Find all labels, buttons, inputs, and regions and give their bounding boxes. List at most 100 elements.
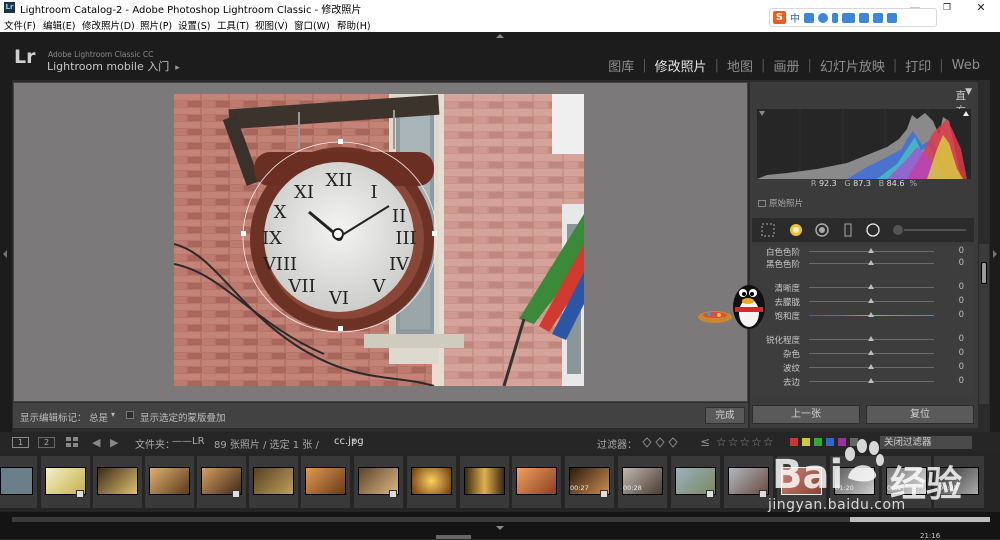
edit-marks-select[interactable]: 总是 bbox=[89, 410, 108, 424]
film-cell[interactable] bbox=[249, 456, 298, 508]
wrench-icon[interactable] bbox=[887, 12, 897, 23]
taskbar-item[interactable] bbox=[436, 535, 471, 539]
overlay-checkbox[interactable] bbox=[126, 411, 134, 419]
previous-button[interactable]: 上一张 bbox=[752, 405, 860, 424]
slider-value[interactable]: 0 bbox=[959, 258, 964, 268]
film-cell[interactable] bbox=[407, 456, 456, 508]
collapse-top-panel-icon[interactable] bbox=[496, 34, 504, 38]
ime-language[interactable]: 中 bbox=[790, 10, 800, 25]
edit-marks-caret-icon[interactable]: ▾ bbox=[111, 410, 115, 419]
microphone-icon[interactable] bbox=[832, 12, 838, 23]
scrollbar-thumb[interactable] bbox=[981, 262, 987, 284]
view-1-button[interactable]: 1 bbox=[12, 437, 29, 448]
module-develop[interactable]: 修改照片 bbox=[647, 56, 715, 75]
film-thumbnail[interactable] bbox=[464, 467, 505, 495]
slider-knob[interactable] bbox=[868, 260, 874, 265]
slider-blacks[interactable]: 黑色色阶 0 bbox=[752, 258, 974, 270]
slider-value[interactable]: 0 bbox=[959, 362, 964, 372]
graduated-filter-icon[interactable] bbox=[841, 223, 855, 237]
slider-value[interactable]: 0 bbox=[959, 334, 964, 344]
film-cell[interactable] bbox=[671, 456, 720, 508]
flag-filter-icons[interactable] bbox=[642, 437, 684, 451]
film-cell[interactable] bbox=[197, 456, 246, 508]
menu-window[interactable]: 窗口(W) bbox=[294, 18, 330, 32]
module-web[interactable]: Web bbox=[944, 58, 988, 73]
film-thumbnail[interactable] bbox=[97, 467, 138, 495]
right-panel-scrollbar[interactable] bbox=[979, 244, 989, 404]
slider-knob[interactable] bbox=[868, 312, 874, 317]
menu-file[interactable]: 文件(F) bbox=[4, 18, 36, 32]
checkbox-icon[interactable] bbox=[758, 200, 766, 207]
film-thumbnail[interactable] bbox=[253, 467, 294, 495]
menu-edit[interactable]: 编辑(E) bbox=[43, 18, 75, 32]
adjustment-brush-slider[interactable] bbox=[892, 223, 967, 237]
slider-dehaze[interactable]: 去朦胧 0 bbox=[752, 296, 974, 308]
view-2-button[interactable]: 2 bbox=[38, 437, 55, 448]
filename-caret-icon[interactable]: ▾ bbox=[352, 436, 356, 445]
slider-sharpness[interactable]: 锐化程度 0 bbox=[752, 334, 974, 346]
film-thumbnail[interactable] bbox=[411, 467, 452, 495]
filmstrip-scrollbar[interactable] bbox=[12, 517, 987, 522]
shirt-icon[interactable] bbox=[873, 12, 883, 23]
emoji-icon[interactable] bbox=[818, 12, 828, 23]
menu-view[interactable]: 视图(V) bbox=[255, 18, 288, 32]
expand-left-panel-icon[interactable] bbox=[3, 250, 7, 258]
slider-value[interactable]: 0 bbox=[959, 296, 964, 306]
red-eye-icon[interactable] bbox=[815, 223, 829, 237]
filmstrip-scroll-thumb[interactable] bbox=[850, 517, 990, 522]
left-panel-collapsed[interactable] bbox=[0, 80, 12, 432]
film-cell[interactable] bbox=[93, 456, 142, 508]
film-cell[interactable]: 00:27 bbox=[565, 456, 614, 508]
keyboard-icon[interactable] bbox=[842, 12, 855, 23]
rating-filter[interactable]: ≤ ☆☆☆☆☆ bbox=[700, 435, 775, 449]
slider-knob[interactable] bbox=[868, 284, 874, 289]
current-filename[interactable]: cc.jpg bbox=[334, 436, 364, 447]
slider-knob[interactable] bbox=[868, 350, 874, 355]
slider-knob[interactable] bbox=[868, 364, 874, 369]
menu-photo[interactable]: 照片(P) bbox=[140, 18, 172, 32]
menu-develop[interactable]: 修改照片(D) bbox=[82, 18, 135, 32]
grid-view-icon[interactable] bbox=[66, 437, 78, 447]
film-cell[interactable] bbox=[41, 456, 90, 508]
film-thumbnail[interactable] bbox=[149, 467, 190, 495]
slider-knob[interactable] bbox=[868, 336, 874, 341]
ime-toolbar[interactable]: S 中 bbox=[769, 8, 937, 27]
module-book[interactable]: 画册 bbox=[765, 56, 807, 75]
skin-icon[interactable] bbox=[859, 12, 869, 23]
film-cell[interactable] bbox=[145, 456, 194, 508]
film-thumbnail[interactable] bbox=[305, 467, 346, 495]
module-map[interactable]: 地图 bbox=[719, 56, 761, 75]
film-cell[interactable] bbox=[354, 456, 403, 508]
done-button[interactable]: 完成 bbox=[705, 407, 745, 424]
slider-value[interactable]: 0 bbox=[959, 282, 964, 292]
slider-whites[interactable]: 白色色阶 0 bbox=[752, 246, 974, 258]
brand-identity[interactable]: Lightroom mobile 入门 ▸ bbox=[47, 58, 180, 74]
original-photo-toggle[interactable]: 原始照片 bbox=[758, 197, 803, 209]
brand-mobile-link[interactable]: Lightroom mobile 入门 bbox=[47, 60, 169, 73]
slider-value[interactable]: 0 bbox=[959, 310, 964, 320]
next-photo-icon[interactable]: ▶ bbox=[110, 436, 118, 449]
film-thumbnail[interactable] bbox=[516, 467, 557, 495]
film-cell[interactable] bbox=[0, 456, 37, 508]
source-name[interactable]: ——LR bbox=[172, 436, 205, 447]
module-library[interactable]: 图库 bbox=[600, 56, 642, 75]
slider-knob[interactable] bbox=[868, 248, 874, 253]
reset-button[interactable]: 复位 bbox=[866, 405, 974, 424]
slider-clarity[interactable]: 清晰度 0 bbox=[752, 282, 974, 294]
film-cell[interactable] bbox=[460, 456, 509, 508]
filter-preset-select[interactable]: 关闭过滤器 bbox=[880, 436, 972, 449]
slider-defringe[interactable]: 去边 0 bbox=[752, 376, 974, 388]
slider-knob[interactable] bbox=[868, 378, 874, 383]
histogram-collapse-icon[interactable]: ▼ bbox=[965, 87, 972, 97]
photo-preview[interactable]: XII I II III IV V VI VII VIII IX X XI bbox=[174, 94, 584, 386]
histogram-header[interactable]: 直方图 ▼ bbox=[750, 82, 978, 132]
collapse-filmstrip-icon[interactable] bbox=[496, 526, 504, 530]
film-cell[interactable] bbox=[512, 456, 561, 508]
slider-knob[interactable] bbox=[868, 298, 874, 303]
slider-noise[interactable]: 杂色 0 bbox=[752, 348, 974, 360]
right-panel-edge[interactable] bbox=[990, 80, 1000, 432]
slider-moire[interactable]: 波纹 0 bbox=[752, 362, 974, 374]
radial-filter-icon[interactable] bbox=[866, 223, 880, 237]
film-cell[interactable] bbox=[724, 456, 773, 508]
slider-value[interactable]: 0 bbox=[959, 348, 964, 358]
